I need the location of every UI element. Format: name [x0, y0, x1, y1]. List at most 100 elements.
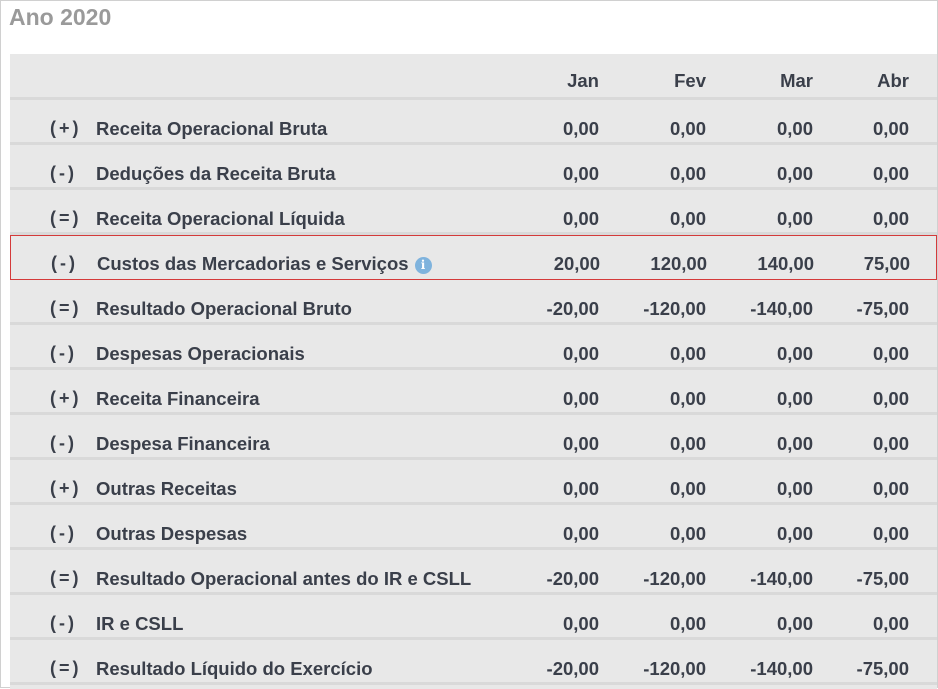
dre-table: Jan Fev Mar Abr (+) Receita Operacional B…	[10, 54, 937, 689]
row-label: Resultado Operacional antes do IR e CSLL	[96, 568, 472, 589]
row-sign: (-)	[50, 523, 77, 543]
row-sign: (-)	[50, 163, 77, 183]
column-header-fev: Fev	[674, 70, 706, 91]
column-header-abr: Abr	[877, 70, 909, 91]
cell-fev: 0,00	[669, 118, 706, 139]
table-row: (-) Deduções da Receita Bruta 0,00 0,00 0,00…	[10, 145, 937, 190]
table-row: (-) Despesa Financeira 0,00 0,00 0,00 0,00	[10, 415, 937, 460]
row-label: Receita Financeira	[96, 388, 260, 409]
cell-abr: -75,00	[856, 298, 909, 319]
cell-jan: 0,00	[562, 208, 599, 229]
cell-fev: 0,00	[669, 163, 706, 184]
cell-fev: -120,00	[643, 298, 706, 319]
cell-mar: 0,00	[776, 478, 813, 499]
table-row: (-) Despesas Operacionais 0,00 0,00 0,00 0,00	[10, 325, 937, 370]
cell-jan: 0,00	[562, 118, 599, 139]
cell-jan: 0,00	[562, 163, 599, 184]
cell-abr: 0,00	[872, 433, 909, 454]
page-title: Ano 2020	[9, 4, 112, 30]
table-row: (+) Receita Financeira 0,00 0,00 0,00 0,00	[10, 370, 937, 415]
table-row: (+) Receita Operacional Bruta 0,00 0,00 0,00…	[10, 100, 937, 145]
cell-jan: 0,00	[562, 613, 599, 634]
cell-abr: -75,00	[856, 568, 909, 589]
cell-abr: 0,00	[872, 343, 909, 364]
row-label-container: Receita Financeira	[96, 388, 260, 410]
row-label: Custos das Mercadorias e Serviços	[97, 253, 409, 274]
row-sign: (-)	[50, 343, 77, 363]
cell-mar: 0,00	[776, 523, 813, 544]
report-frame: Ano 2020 Jan Fev Mar Abr (+) Receita Oper…	[0, 0, 938, 689]
cell-jan: 0,00	[562, 523, 599, 544]
row-label-container: Despesas Operacionais	[96, 343, 305, 365]
row-sign: (=)	[50, 208, 82, 228]
cell-fev: 0,00	[669, 613, 706, 634]
cell-mar: 140,00	[757, 253, 814, 274]
row-label: Receita Operacional Bruta	[96, 118, 328, 139]
cell-abr: 0,00	[872, 478, 909, 499]
cell-fev: 0,00	[669, 433, 706, 454]
row-label: Receita Operacional Líquida	[96, 208, 345, 229]
table-header-row: Jan Fev Mar Abr	[10, 54, 937, 100]
row-label-container: Outras Receitas	[96, 478, 237, 500]
row-sign: (=)	[50, 568, 82, 588]
cell-abr: 0,00	[872, 208, 909, 229]
row-label-container: Custos das Mercadorias e Serviços i	[97, 253, 432, 275]
row-label-container: Receita Operacional Bruta	[96, 118, 327, 140]
table-row-highlighted: (-) Custos das Mercadorias e Serviços i 20,…	[10, 235, 937, 280]
cell-jan: 0,00	[562, 388, 599, 409]
cell-jan: -20,00	[546, 658, 599, 679]
cell-abr: 75,00	[863, 253, 910, 274]
table-row: (-) Outras Despesas 0,00 0,00 0,00 0,00	[10, 505, 937, 550]
cell-fev: 0,00	[669, 523, 706, 544]
cell-jan: -20,00	[546, 568, 599, 589]
column-header-jan: Jan	[567, 70, 599, 91]
cell-abr: 0,00	[872, 613, 909, 634]
table-row: (-) IR e CSLL 0,00 0,00 0,00 0,00	[10, 595, 937, 640]
row-sign: (+)	[50, 478, 82, 498]
table-row: (=) Resultado Operacional Bruto -20,00 -120…	[10, 280, 937, 325]
row-sign: (-)	[50, 433, 77, 453]
info-icon[interactable]: i	[414, 257, 432, 274]
cell-fev: 0,00	[669, 343, 706, 364]
table-row: (=) Resultado Operacional antes do IR e C…	[10, 550, 937, 595]
row-sign: (-)	[50, 613, 77, 633]
row-label-container: IR e CSLL	[96, 613, 183, 635]
cell-mar: 0,00	[776, 433, 813, 454]
cell-jan: -20,00	[546, 298, 599, 319]
cell-fev: 120,00	[650, 253, 707, 274]
cell-mar: 0,00	[776, 208, 813, 229]
row-label-container: Receita Operacional Líquida	[96, 208, 345, 230]
cell-fev: 0,00	[669, 208, 706, 229]
cell-mar: -140,00	[750, 298, 813, 319]
cell-mar: 0,00	[776, 163, 813, 184]
row-label-container: Outras Despesas	[96, 523, 247, 545]
row-label: IR e CSLL	[96, 613, 184, 634]
cell-abr: 0,00	[872, 523, 909, 544]
cell-mar: 0,00	[776, 388, 813, 409]
cell-abr: 0,00	[872, 118, 909, 139]
row-label: Resultado Líquido do Exercício	[96, 658, 373, 679]
table-row: (=) Resultado Líquido do Exercício -20,00 -…	[10, 640, 937, 685]
cell-fev: 0,00	[669, 478, 706, 499]
row-label-container: Deduções da Receita Bruta	[96, 163, 336, 185]
cell-mar: 0,00	[776, 613, 813, 634]
cell-mar: 0,00	[776, 118, 813, 139]
table-row: (=) Receita Operacional Líquida 0,00 0,00 0,…	[10, 190, 937, 235]
table-row: (+) Outras Receitas 0,00 0,00 0,00 0,00	[10, 460, 937, 505]
row-label: Despesa Financeira	[96, 433, 270, 454]
cell-mar: -140,00	[750, 568, 813, 589]
cell-mar: 0,00	[776, 343, 813, 364]
cell-abr: 0,00	[872, 388, 909, 409]
cell-jan: 0,00	[562, 343, 599, 364]
row-label-container: Resultado Operacional antes do IR e CSLL	[96, 568, 471, 590]
row-label: Outras Receitas	[96, 478, 237, 499]
row-label: Deduções da Receita Bruta	[96, 163, 336, 184]
cell-mar: -140,00	[750, 658, 813, 679]
row-label: Despesas Operacionais	[96, 343, 305, 364]
cell-abr: -75,00	[856, 658, 909, 679]
row-label-container: Resultado Líquido do Exercício	[96, 658, 373, 680]
cell-fev: -120,00	[643, 658, 706, 679]
cell-jan: 0,00	[562, 433, 599, 454]
row-sign: (=)	[50, 658, 82, 678]
cell-fev: -120,00	[643, 568, 706, 589]
